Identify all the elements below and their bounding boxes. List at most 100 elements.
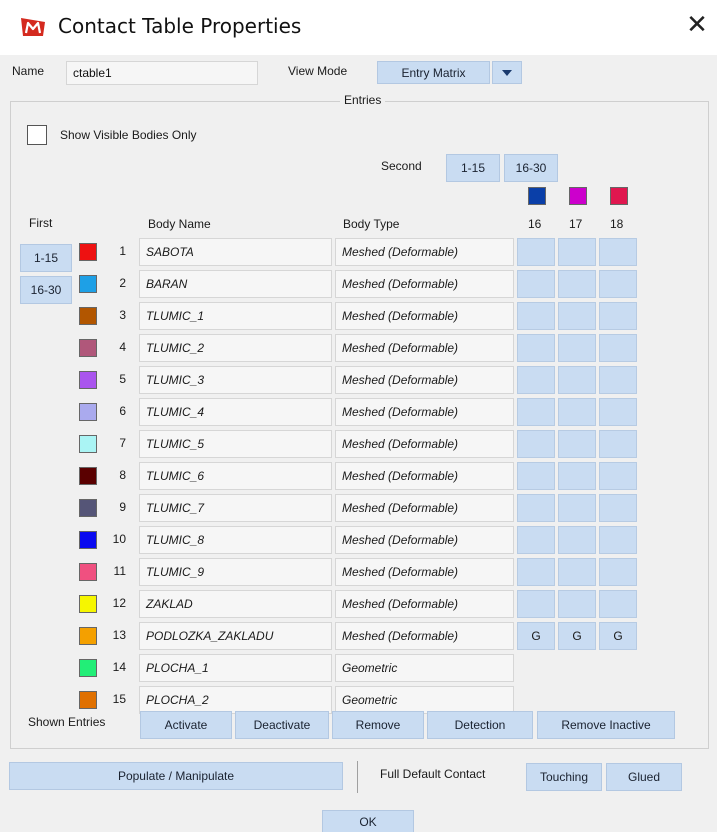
remove-inactive-button[interactable]: Remove Inactive — [537, 711, 675, 739]
body-name-cell[interactable]: TLUMIC_6 — [139, 462, 332, 490]
body-name-cell[interactable]: TLUMIC_9 — [139, 558, 332, 586]
remove-button[interactable]: Remove — [332, 711, 424, 739]
contact-matrix-cell[interactable]: G — [599, 622, 637, 650]
contact-matrix-cell[interactable] — [517, 590, 555, 618]
body-type-cell: Meshed (Deformable) — [335, 270, 514, 298]
body-color-swatch — [79, 499, 97, 517]
body-type-cell: Meshed (Deformable) — [335, 622, 514, 650]
body-name-cell[interactable]: TLUMIC_1 — [139, 302, 332, 330]
view-mode-dropdown-button[interactable] — [492, 61, 522, 84]
contact-matrix-cell[interactable] — [517, 334, 555, 362]
body-type-cell: Geometric — [335, 654, 514, 682]
body-name-cell[interactable]: SABOTA — [139, 238, 332, 266]
deactivate-button[interactable]: Deactivate — [235, 711, 329, 739]
body-name-cell[interactable]: TLUMIC_5 — [139, 430, 332, 458]
body-color-swatch — [79, 691, 97, 709]
contact-matrix-cell[interactable] — [599, 366, 637, 394]
body-name-cell[interactable]: TLUMIC_7 — [139, 494, 332, 522]
second-page-16-30-button[interactable]: 16-30 — [504, 154, 558, 182]
contact-matrix-cell[interactable] — [517, 462, 555, 490]
column-color-swatch — [569, 187, 587, 205]
contact-matrix-cell[interactable] — [599, 590, 637, 618]
body-name-cell[interactable]: TLUMIC_2 — [139, 334, 332, 362]
body-color-swatch — [79, 563, 97, 581]
contact-matrix-cell[interactable] — [517, 558, 555, 586]
contact-matrix-cell[interactable] — [517, 526, 555, 554]
contact-matrix-cell[interactable] — [558, 430, 596, 458]
contact-matrix-cell[interactable]: G — [517, 622, 555, 650]
body-name-cell[interactable]: TLUMIC_4 — [139, 398, 332, 426]
body-color-swatch — [79, 659, 97, 677]
contact-matrix-cell[interactable] — [599, 334, 637, 362]
contact-matrix-cell[interactable] — [558, 462, 596, 490]
contact-matrix-cell[interactable] — [517, 270, 555, 298]
touching-button[interactable]: Touching — [526, 763, 602, 791]
populate-manipulate-button[interactable]: Populate / Manipulate — [9, 762, 343, 790]
name-field[interactable]: ctable1 — [66, 61, 258, 85]
dialog-body: Name ctable1 View Mode Entry Matrix Entr… — [0, 55, 717, 832]
contact-matrix-cell[interactable] — [558, 302, 596, 330]
body-type-cell: Meshed (Deformable) — [335, 398, 514, 426]
first-page-16-30-button[interactable]: 16-30 — [20, 276, 72, 304]
contact-matrix-cell[interactable] — [558, 270, 596, 298]
glued-button[interactable]: Glued — [606, 763, 682, 791]
body-row-number: 7 — [119, 436, 126, 450]
body-name-cell[interactable]: PODLOZKA_ZAKLADU — [139, 622, 332, 650]
contact-matrix-cell[interactable] — [599, 462, 637, 490]
body-type-cell: Meshed (Deformable) — [335, 558, 514, 586]
body-name-cell[interactable]: PLOCHA_2 — [139, 686, 332, 714]
contact-matrix-cell[interactable] — [599, 270, 637, 298]
second-page-1-15-button[interactable]: 1-15 — [446, 154, 500, 182]
first-page-1-15-button[interactable]: 1-15 — [20, 244, 72, 272]
contact-matrix-cell[interactable] — [517, 430, 555, 458]
body-type-cell: Meshed (Deformable) — [335, 238, 514, 266]
contact-matrix-cell[interactable] — [558, 494, 596, 522]
body-color-swatch — [79, 435, 97, 453]
body-name-cell[interactable]: TLUMIC_3 — [139, 366, 332, 394]
body-name-cell[interactable]: ZAKLAD — [139, 590, 332, 618]
contact-matrix-cell[interactable] — [517, 302, 555, 330]
body-name-cell[interactable]: PLOCHA_1 — [139, 654, 332, 682]
close-icon[interactable]: ✕ — [684, 12, 710, 38]
body-color-swatch — [79, 371, 97, 389]
contact-matrix-cell[interactable] — [558, 526, 596, 554]
contact-matrix-cell[interactable] — [517, 398, 555, 426]
body-row-number: 8 — [119, 468, 126, 482]
contact-matrix-cell[interactable] — [599, 526, 637, 554]
contact-matrix-cell[interactable] — [599, 558, 637, 586]
contact-matrix-cell[interactable] — [558, 334, 596, 362]
body-name-cell[interactable]: TLUMIC_8 — [139, 526, 332, 554]
column-number: 18 — [610, 217, 624, 231]
column-color-swatch — [528, 187, 546, 205]
body-color-swatch — [79, 243, 97, 261]
view-mode-select[interactable]: Entry Matrix — [377, 61, 490, 84]
show-visible-bodies-checkbox[interactable] — [27, 125, 47, 145]
contact-matrix-cell[interactable] — [558, 366, 596, 394]
body-type-cell: Geometric — [335, 686, 514, 714]
contact-matrix-cell[interactable] — [599, 238, 637, 266]
body-row-number: 1 — [119, 244, 126, 258]
contact-matrix-cell[interactable] — [517, 494, 555, 522]
body-row-number: 6 — [119, 404, 126, 418]
ok-button[interactable]: OK — [322, 810, 414, 832]
contact-matrix-cell[interactable] — [599, 494, 637, 522]
contact-matrix-cell[interactable] — [558, 398, 596, 426]
body-type-header: Body Type — [343, 217, 400, 231]
contact-matrix-cell[interactable] — [558, 590, 596, 618]
contact-matrix-cell[interactable] — [558, 558, 596, 586]
contact-matrix-cell[interactable] — [599, 430, 637, 458]
body-name-cell[interactable]: BARAN — [139, 270, 332, 298]
show-visible-bodies-label: Show Visible Bodies Only — [60, 128, 197, 142]
body-color-swatch — [79, 531, 97, 549]
body-row-number: 12 — [112, 596, 126, 610]
column-color-swatch — [610, 187, 628, 205]
contact-matrix-cell[interactable] — [558, 238, 596, 266]
activate-button[interactable]: Activate — [140, 711, 232, 739]
detection-button[interactable]: Detection — [427, 711, 533, 739]
contact-matrix-cell[interactable]: G — [558, 622, 596, 650]
contact-matrix-cell[interactable] — [517, 366, 555, 394]
contact-matrix-cell[interactable] — [599, 302, 637, 330]
body-row-number: 10 — [112, 532, 126, 546]
contact-matrix-cell[interactable] — [517, 238, 555, 266]
contact-matrix-cell[interactable] — [599, 398, 637, 426]
